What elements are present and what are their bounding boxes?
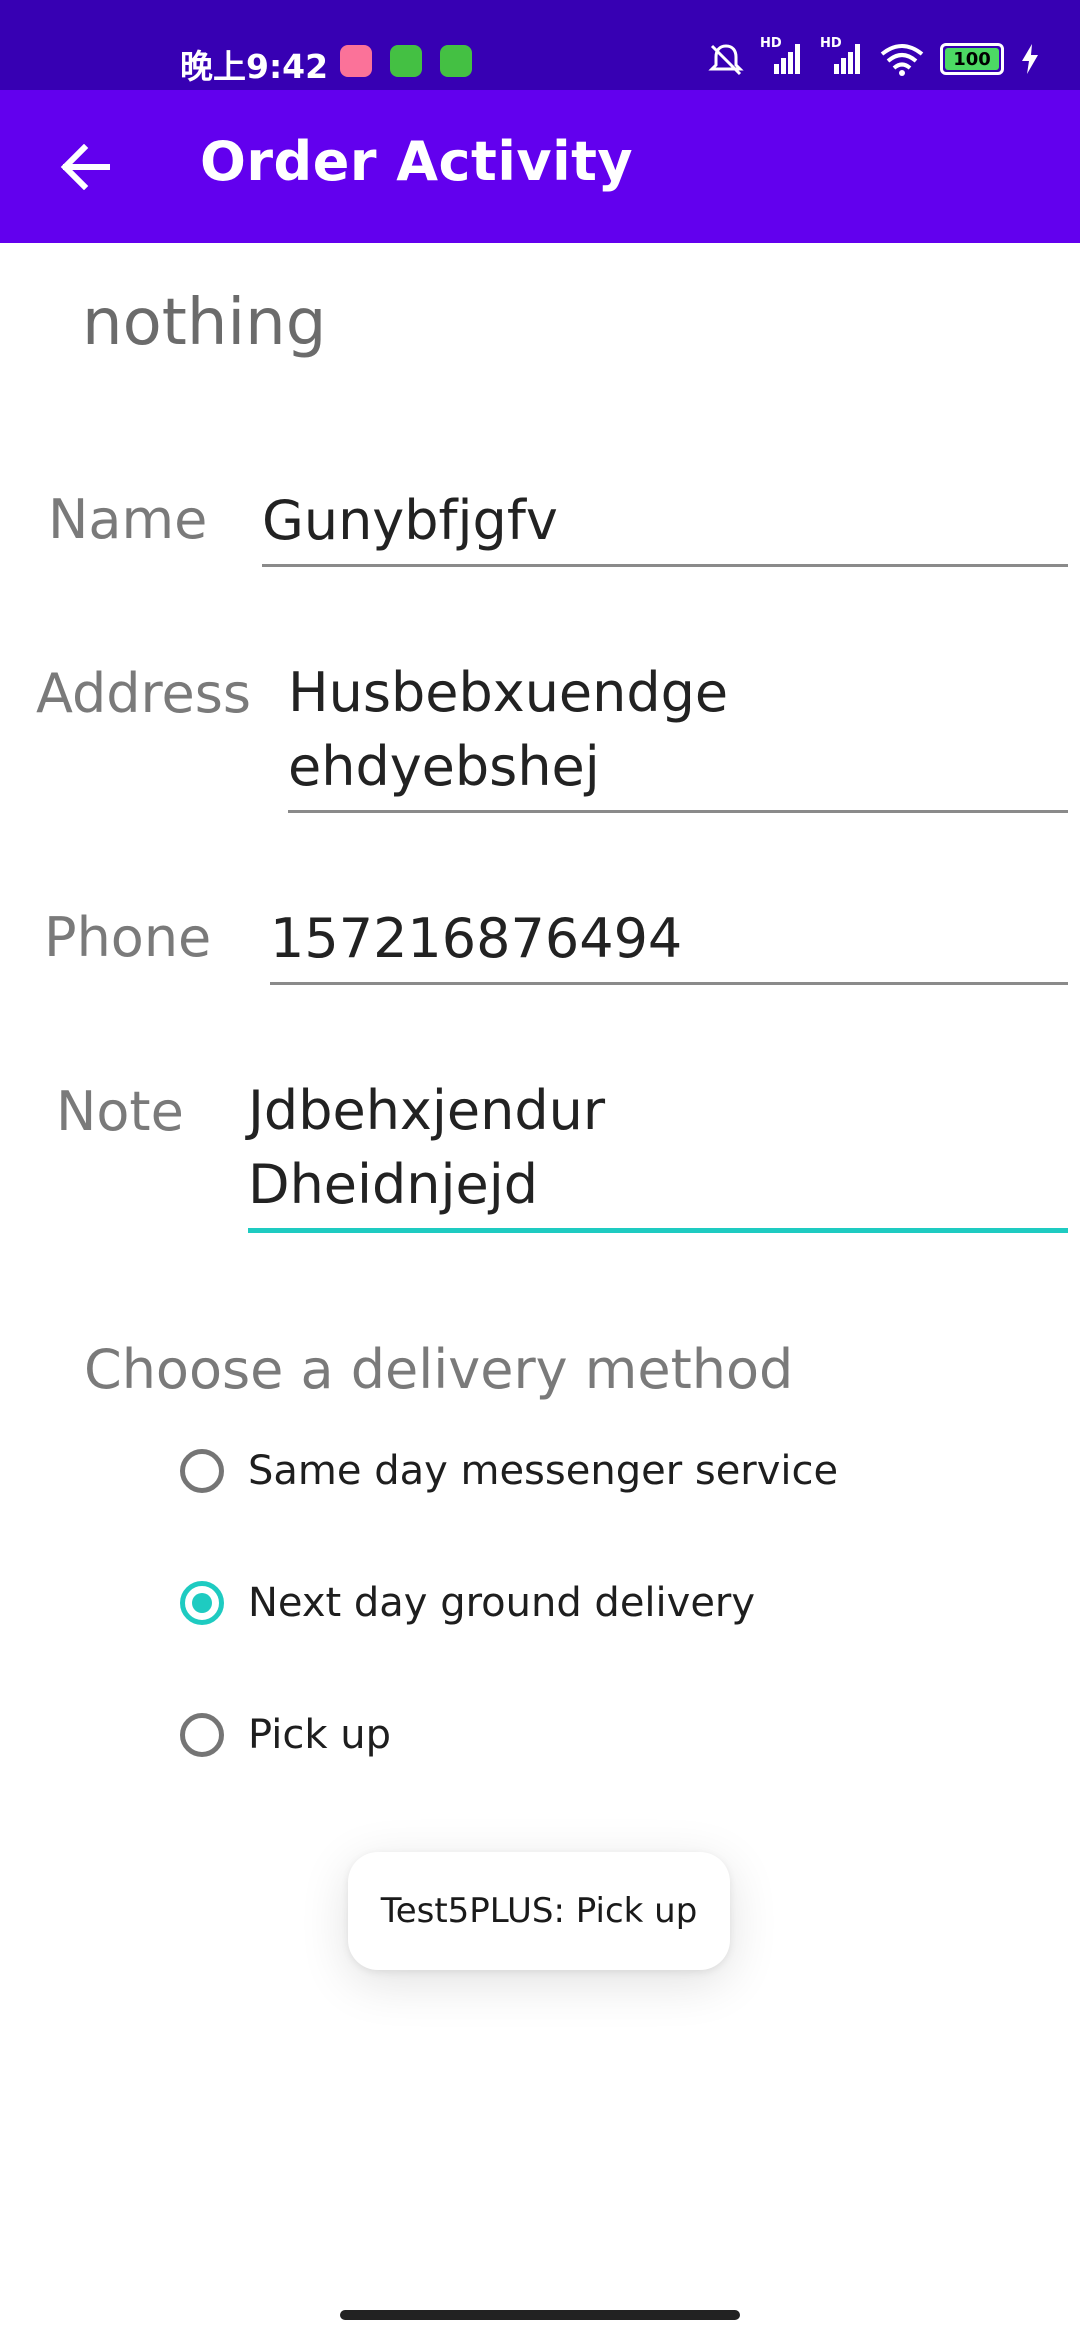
- phone-input[interactable]: 157216876494: [270, 902, 1068, 985]
- arrow-back-icon: [60, 144, 110, 190]
- radio-label-pick-up: Pick up: [248, 1712, 391, 1758]
- back-button[interactable]: [40, 122, 130, 212]
- charging-icon: [1022, 44, 1038, 74]
- android-app-icon: [390, 45, 422, 77]
- delivery-method-heading: Choose a delivery method: [84, 1338, 794, 1401]
- battery-icon: 100: [940, 43, 1004, 75]
- radio-label-same-day: Same day messenger service: [248, 1448, 839, 1494]
- delivery-option-same-day[interactable]: Same day messenger service: [180, 1448, 838, 1494]
- status-icons: HD HD 100: [708, 36, 1040, 76]
- address-label: Address: [36, 662, 252, 725]
- order-status-text: nothing: [82, 286, 327, 360]
- toast-text: Test5PLUS: Pick up: [380, 1891, 698, 1931]
- app-bar: Order Activity: [0, 90, 1080, 243]
- radio-button-next-day[interactable]: [180, 1581, 224, 1625]
- name-input[interactable]: Gunybfjgfv: [262, 484, 1068, 567]
- phone-label: Phone: [44, 906, 212, 969]
- radio-button-same-day[interactable]: [180, 1449, 224, 1493]
- order-activity-screen: 晚上9:42 HD HD 100 Order Activity nothing …: [0, 0, 1080, 2340]
- status-bar: 晚上9:42 HD HD 100: [0, 0, 1080, 90]
- note-label: Note: [56, 1080, 184, 1143]
- radio-label-next-day: Next day ground delivery: [248, 1580, 756, 1626]
- cellular-signal-icon: HD: [760, 36, 804, 76]
- radio-button-pick-up[interactable]: [180, 1713, 224, 1757]
- status-time: 晚上9:42: [180, 47, 329, 86]
- bilibili-app-icon: [340, 45, 372, 77]
- battery-level: 100: [953, 48, 991, 70]
- note-input[interactable]: Jdbehxjendur Dheidnjejd: [248, 1074, 1068, 1233]
- home-gesture-bar[interactable]: [340, 2310, 740, 2320]
- name-label: Name: [48, 488, 208, 551]
- delivery-option-next-day[interactable]: Next day ground delivery: [180, 1580, 755, 1626]
- cellular-signal-icon-2: HD: [820, 36, 864, 76]
- page-title: Order Activity: [200, 130, 634, 193]
- toast-message: Test5PLUS: Pick up: [348, 1852, 730, 1970]
- address-input[interactable]: Husbebxuendge ehdyebshej: [288, 656, 1068, 813]
- mute-vibrate-icon: [708, 44, 744, 76]
- wifi-icon: [880, 44, 924, 76]
- delivery-option-pick-up[interactable]: Pick up: [180, 1712, 391, 1758]
- android-app-icon-2: [440, 45, 472, 77]
